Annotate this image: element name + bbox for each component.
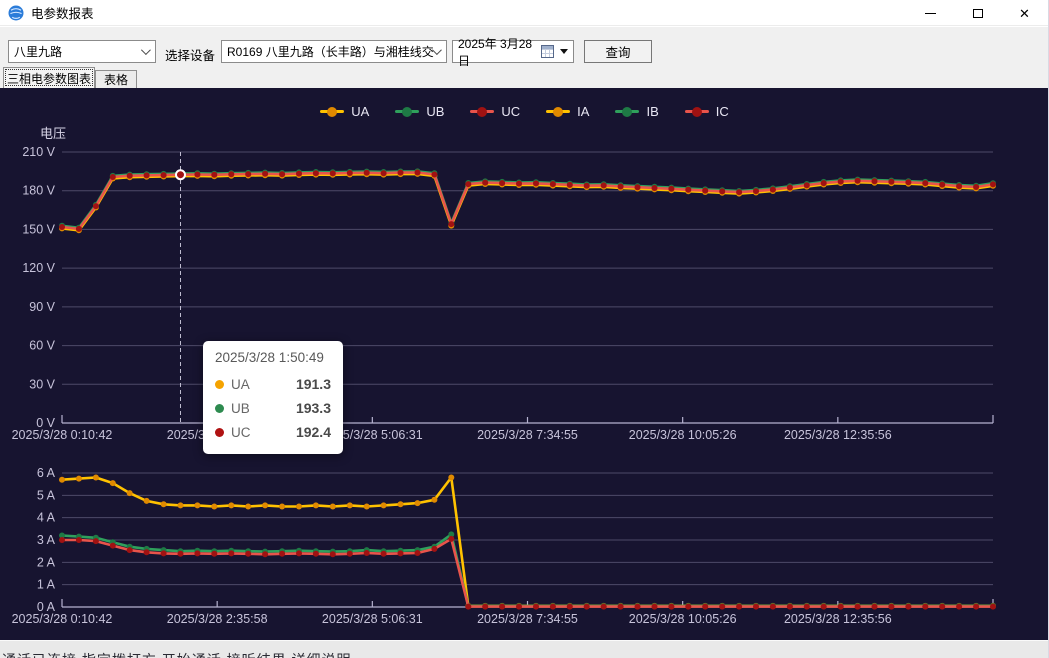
svg-text:4 A: 4 A [37,511,56,525]
tab-strip: 三相电参数图表 表格 [0,66,1048,88]
device-label: 选择设备 [165,45,215,64]
maximize-icon [973,9,983,18]
title-bar: 电参数报表 ✕ [0,0,1048,26]
device-select-value: R0169 八里九路（长丰路）与湘桂线交 [227,43,434,60]
svg-text:120 V: 120 V [22,261,55,275]
svg-text:2025/3/28 0:10:42: 2025/3/28 0:10:42 [12,428,113,442]
svg-text:210 V: 210 V [22,145,55,159]
chart-tooltip: 2025/3/28 1:50:49 UA 191.3 UB 193.3 UC 192.4 [203,341,343,454]
tab-chart[interactable]: 三相电参数图表 [3,67,95,88]
tooltip-series-value: 192.4 [296,424,331,440]
svg-text:2025/3/28 7:34:55: 2025/3/28 7:34:55 [477,428,578,442]
svg-text:2025/3/28 5:06:31: 2025/3/28 5:06:31 [322,612,423,626]
tooltip-series-name: UB [231,401,250,416]
toolbar: 八里九路 选择设备 R0169 八里九路（长丰路）与湘桂线交 2025年 3月2… [0,27,1048,66]
series-dot-icon [215,428,224,437]
date-value: 2025年 3月28日 [458,35,535,69]
svg-text:60 V: 60 V [29,339,55,353]
chevron-down-icon [141,45,151,55]
series-dot-icon [215,380,224,389]
svg-text:5 A: 5 A [37,488,56,502]
svg-text:2025/3/28 10:05:26: 2025/3/28 10:05:26 [629,428,737,442]
tooltip-row: UB 193.3 [215,396,331,420]
dropdown-arrow-icon [560,49,568,54]
app-icon [8,5,24,21]
svg-text:电压: 电压 [40,126,66,141]
tooltip-series-name: UA [231,377,250,392]
svg-text:30 V: 30 V [29,377,55,391]
area-select[interactable]: 八里九路 [8,40,156,63]
svg-text:2025/3/28 2:35:58: 2025/3/28 2:35:58 [167,612,268,626]
tooltip-series-value: 191.3 [296,376,331,392]
svg-text:1 A: 1 A [37,578,56,592]
tooltip-row: UC 192.4 [215,420,331,444]
svg-text:2025/3/28 7:34:55: 2025/3/28 7:34:55 [477,612,578,626]
tooltip-timestamp: 2025/3/28 1:50:49 [215,350,331,365]
window-title: 电参数报表 [31,3,94,22]
chart-panel: UAUBUCIAIBIC 电压210 V180 V150 V120 V90 V6… [0,88,1049,640]
date-picker[interactable]: 2025年 3月28日 [452,40,574,63]
series-dot-icon [215,404,224,413]
tab-table[interactable]: 表格 [95,70,137,88]
tooltip-rows: UA 191.3 UB 193.3 UC 192.4 [215,372,331,444]
svg-text:180 V: 180 V [22,184,55,198]
calendar-icon [541,45,554,58]
background-window-text: 通话已连接 指定拨打方 开始通话 接听结果 详细说明 [2,650,352,658]
tooltip-row: UA 191.3 [215,372,331,396]
minimize-button[interactable] [907,0,954,26]
minimize-icon [925,13,936,14]
svg-text:6 A: 6 A [37,466,56,480]
tooltip-series-value: 193.3 [296,400,331,416]
background-window-strip: 通话已连接 指定拨打方 开始通话 接听结果 详细说明 [0,640,1048,658]
chart-canvas[interactable]: 电压210 V180 V150 V120 V90 V60 V30 V0 V202… [0,88,1049,640]
close-button[interactable]: ✕ [1001,0,1048,26]
svg-text:90 V: 90 V [29,300,55,314]
query-button[interactable]: 查询 [584,40,652,63]
svg-text:3 A: 3 A [37,533,56,547]
svg-text:2025/3/28 0:10:42: 2025/3/28 0:10:42 [12,612,113,626]
close-icon: ✕ [1019,7,1030,20]
svg-text:2 A: 2 A [37,555,56,569]
maximize-button[interactable] [954,0,1001,26]
svg-text:2025/3/28 12:35:56: 2025/3/28 12:35:56 [784,428,892,442]
svg-text:2025/3/28 10:05:26: 2025/3/28 10:05:26 [629,612,737,626]
svg-text:150 V: 150 V [22,222,55,236]
tooltip-series-name: UC [231,425,251,440]
device-select[interactable]: R0169 八里九路（长丰路）与湘桂线交 [221,40,447,63]
app-window: 电参数报表 ✕ 八里九路 选择设备 R0169 八里九路（长丰路）与湘桂线交 2… [0,0,1049,658]
area-select-value: 八里九路 [14,43,62,60]
svg-text:2025/3/28 12:35:56: 2025/3/28 12:35:56 [784,612,892,626]
